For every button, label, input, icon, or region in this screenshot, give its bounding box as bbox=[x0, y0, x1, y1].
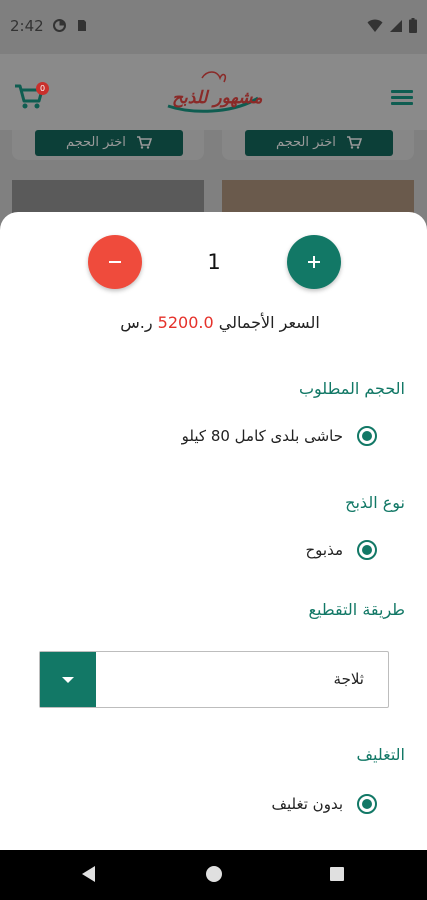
decrease-quantity-button[interactable] bbox=[88, 235, 142, 289]
slaughter-option[interactable]: مذبوح bbox=[305, 540, 377, 560]
slaughter-section-title: نوع الذبح bbox=[345, 493, 405, 512]
status-time: 2:42 bbox=[10, 17, 44, 35]
increase-quantity-button[interactable] bbox=[287, 235, 341, 289]
radio-selected-icon[interactable] bbox=[357, 794, 377, 814]
packaging-option[interactable]: بدون تغليف bbox=[271, 794, 377, 814]
packaging-section-title: التغليف bbox=[356, 745, 405, 764]
cutting-dropdown[interactable]: ثلاجة bbox=[39, 651, 389, 708]
cart-icon bbox=[347, 136, 363, 149]
pick-size-button[interactable]: اختر الحجم bbox=[245, 130, 393, 156]
signal-icon bbox=[390, 19, 402, 32]
total-price-label: السعر الأجمالي bbox=[218, 313, 320, 332]
status-bar: 2:42 bbox=[0, 0, 427, 54]
size-option[interactable]: حاشى بلدى كامل 80 كيلو bbox=[182, 426, 377, 446]
dropdown-arrow-icon[interactable] bbox=[40, 652, 96, 707]
logo-text: مشهور للذبح bbox=[172, 88, 263, 108]
hamburger-menu-icon[interactable] bbox=[391, 90, 413, 106]
total-price-amount: 5200.0 bbox=[157, 313, 214, 332]
currency-label: ر.س bbox=[120, 313, 153, 332]
packaging-option-label: بدون تغليف bbox=[271, 795, 343, 813]
battery-icon bbox=[409, 18, 417, 33]
home-icon[interactable] bbox=[206, 866, 222, 882]
cart-icon bbox=[137, 136, 153, 149]
size-option-label: حاشى بلدى كامل 80 كيلو bbox=[181, 427, 343, 445]
radio-selected-icon[interactable] bbox=[357, 426, 377, 446]
radio-selected-icon[interactable] bbox=[357, 540, 377, 560]
cutting-dropdown-value: ثلاجة bbox=[333, 670, 364, 688]
wifi-icon bbox=[367, 19, 383, 32]
quantity-value: 1 bbox=[207, 250, 221, 274]
total-price: السعر الأجمالي 5200.0 ر.س bbox=[100, 313, 340, 332]
slaughter-option-label: مذبوح bbox=[305, 541, 343, 559]
back-icon[interactable] bbox=[82, 866, 95, 882]
size-section-title: الحجم المطلوب bbox=[298, 379, 405, 398]
recent-apps-icon[interactable] bbox=[330, 867, 344, 881]
data-saver-icon bbox=[53, 19, 66, 32]
cart-badge: 0 bbox=[36, 82, 49, 95]
pick-size-button[interactable]: اختر الحجم bbox=[35, 130, 183, 156]
status-right-icons bbox=[367, 18, 417, 33]
sim-card-icon bbox=[78, 20, 86, 31]
cutting-section-title: طريقة التقطيع bbox=[308, 600, 405, 619]
